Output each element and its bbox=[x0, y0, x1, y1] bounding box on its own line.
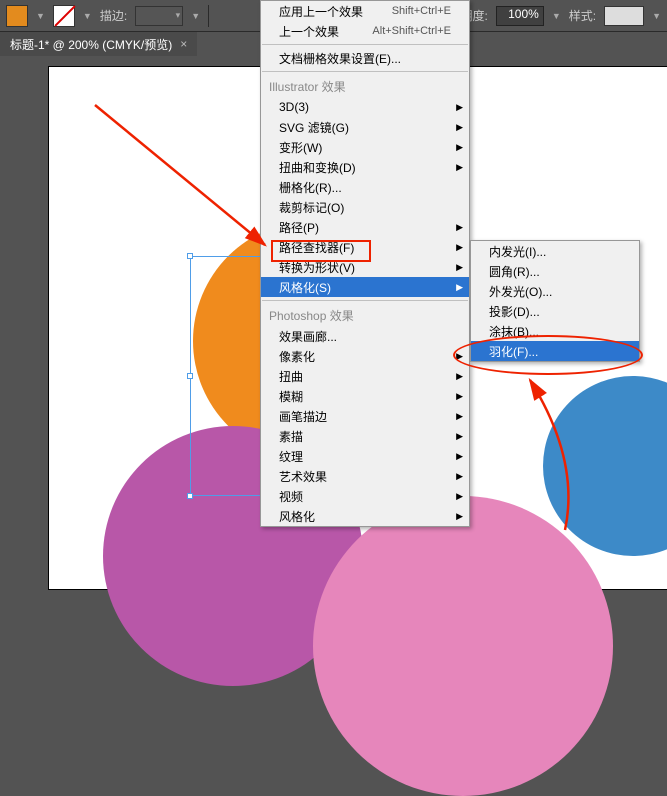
fill-dropdown-icon[interactable]: ▼ bbox=[36, 11, 45, 21]
menu-item-effect-gallery[interactable]: 效果画廊... bbox=[261, 326, 469, 346]
submenu-item-inner-glow[interactable]: 内发光(I)... bbox=[471, 241, 639, 261]
menu-item-brush-strokes[interactable]: 画笔描边▶ bbox=[261, 406, 469, 426]
effects-menu: 应用上一个效果Shift+Ctrl+E 上一个效果Alt+Shift+Ctrl+… bbox=[260, 0, 470, 527]
menu-item-sketch[interactable]: 素描▶ bbox=[261, 426, 469, 446]
stroke-weight-combo[interactable]: ▾ bbox=[135, 6, 183, 26]
menu-item-convert-shape[interactable]: 转换为形状(V)▶ bbox=[261, 257, 469, 277]
resize-handle[interactable] bbox=[187, 253, 193, 259]
opacity-input[interactable]: 100% bbox=[496, 6, 544, 26]
style-label: 样式: bbox=[569, 7, 596, 24]
doc-title: 标题-1* @ 200% (CMYK/预览) bbox=[10, 36, 172, 53]
stylize-submenu: 内发光(I)... 圆角(R)... 外发光(O)... 投影(D)... 涂抹… bbox=[470, 240, 640, 362]
style-drop-icon[interactable]: ▼ bbox=[652, 11, 661, 21]
menu-item-texture[interactable]: 纹理▶ bbox=[261, 446, 469, 466]
divider bbox=[208, 5, 209, 27]
menu-item-last-effect[interactable]: 上一个效果Alt+Shift+Ctrl+E bbox=[261, 21, 469, 41]
resize-handle[interactable] bbox=[187, 373, 193, 379]
shape-blue-circle[interactable] bbox=[543, 376, 667, 556]
submenu-item-feather[interactable]: 羽化(F)... bbox=[471, 341, 639, 361]
menu-item-pathfinder[interactable]: 路径查找器(F)▶ bbox=[261, 237, 469, 257]
submenu-item-scribble[interactable]: 涂抹(B)... bbox=[471, 321, 639, 341]
fill-swatch[interactable] bbox=[6, 5, 28, 27]
menu-item-svg-filters[interactable]: SVG 滤镜(G)▶ bbox=[261, 117, 469, 137]
stroke-dropdown-icon[interactable]: ▼ bbox=[83, 11, 92, 21]
menu-item-blur[interactable]: 模糊▶ bbox=[261, 386, 469, 406]
menu-item-stylize[interactable]: 风格化(S)▶ bbox=[261, 277, 469, 297]
submenu-item-outer-glow[interactable]: 外发光(O)... bbox=[471, 281, 639, 301]
menu-item-path[interactable]: 路径(P)▶ bbox=[261, 217, 469, 237]
menu-item-apply-last[interactable]: 应用上一个效果Shift+Ctrl+E bbox=[261, 1, 469, 21]
menu-item-pixelate[interactable]: 像素化▶ bbox=[261, 346, 469, 366]
menu-item-distort-transform[interactable]: 扭曲和变换(D)▶ bbox=[261, 157, 469, 177]
close-icon[interactable]: × bbox=[180, 37, 187, 51]
menu-item-ps-distort[interactable]: 扭曲▶ bbox=[261, 366, 469, 386]
menu-section-photoshop: Photoshop 效果 bbox=[261, 304, 469, 326]
stroke-weight-drop[interactable]: ▼ bbox=[191, 11, 200, 21]
menu-item-ps-stylize[interactable]: 风格化▶ bbox=[261, 506, 469, 526]
menu-section-illustrator: Illustrator 效果 bbox=[261, 75, 469, 97]
graphic-style-swatch[interactable] bbox=[604, 6, 644, 26]
menu-item-warp[interactable]: 变形(W)▶ bbox=[261, 137, 469, 157]
divider bbox=[262, 71, 468, 72]
menu-item-crop-marks[interactable]: 裁剪标记(O) bbox=[261, 197, 469, 217]
menu-item-artistic[interactable]: 艺术效果▶ bbox=[261, 466, 469, 486]
menu-item-rasterize[interactable]: 栅格化(R)... bbox=[261, 177, 469, 197]
submenu-item-round-corners[interactable]: 圆角(R)... bbox=[471, 261, 639, 281]
menu-item-raster-settings[interactable]: 文档栅格效果设置(E)... bbox=[261, 48, 469, 68]
menu-item-3d[interactable]: 3D(3)▶ bbox=[261, 97, 469, 117]
shape-pink-circle[interactable] bbox=[313, 496, 613, 796]
menu-item-video[interactable]: 视频▶ bbox=[261, 486, 469, 506]
stroke-swatch[interactable] bbox=[53, 5, 75, 27]
divider bbox=[262, 44, 468, 45]
submenu-item-drop-shadow[interactable]: 投影(D)... bbox=[471, 301, 639, 321]
doc-tab[interactable]: 标题-1* @ 200% (CMYK/预览) × bbox=[0, 32, 197, 56]
divider bbox=[262, 300, 468, 301]
stroke-label: 描边: bbox=[100, 7, 127, 24]
resize-handle[interactable] bbox=[187, 493, 193, 499]
opacity-drop-icon[interactable]: ▼ bbox=[552, 11, 561, 21]
